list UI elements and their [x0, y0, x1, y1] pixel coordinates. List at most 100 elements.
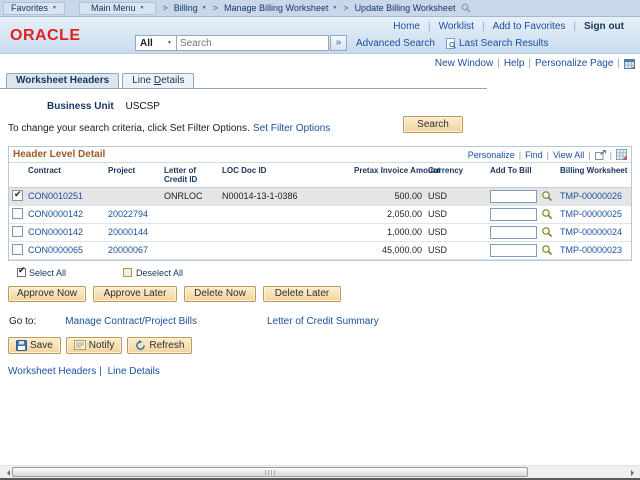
search-button[interactable]: Search: [403, 116, 463, 133]
main-menu-label: Main Menu: [91, 3, 136, 13]
row-select-checkbox[interactable]: [12, 226, 23, 237]
scrollbar-thumb[interactable]: [12, 467, 528, 477]
select-controls: Select All Deselect All: [17, 268, 640, 278]
business-unit-row: Business Unit USCSP: [47, 101, 640, 112]
add-to-bill-input[interactable]: [490, 208, 537, 221]
billing-worksheet-link[interactable]: TMP-00000026: [560, 191, 622, 201]
search-scope-dropdown[interactable]: All ▼: [135, 35, 177, 51]
col-billing-worksheet: Billing Worksheet: [557, 163, 631, 187]
notify-button[interactable]: Notify: [66, 337, 123, 354]
loc-doc-id-cell: [219, 205, 351, 223]
add-to-bill-input[interactable]: [490, 226, 537, 239]
footer-worksheet-headers-link[interactable]: Worksheet Headers: [8, 366, 96, 377]
currency-cell: USD: [425, 205, 487, 223]
deselect-all-label[interactable]: Deselect All: [136, 268, 183, 278]
table-row: CON0000142 20000144 1,000.00 USD TMP-000…: [9, 223, 631, 241]
contract-link[interactable]: CON0000142: [28, 227, 83, 237]
search-go-button[interactable]: »: [330, 35, 347, 51]
pretax-amount-cell: 1,000.00: [351, 223, 425, 241]
favorites-menu[interactable]: Favorites ▼: [3, 2, 65, 15]
personalize-link[interactable]: Personalize: [468, 150, 515, 160]
lookup-magnifier-icon[interactable]: [541, 208, 553, 220]
delete-now-button[interactable]: Delete Now: [184, 286, 256, 302]
tab-worksheet-headers[interactable]: Worksheet Headers: [6, 73, 119, 88]
breadcrumb-separator: [337, 3, 354, 13]
select-all-checkbox-icon[interactable]: [17, 268, 26, 277]
billing-worksheet-link[interactable]: TMP-00000025: [560, 209, 622, 219]
divider: |: [99, 366, 102, 377]
billing-worksheet-link[interactable]: TMP-00000024: [560, 227, 622, 237]
personalize-page-link[interactable]: Personalize Page: [535, 58, 613, 69]
search-input[interactable]: [177, 35, 329, 51]
add-to-bill-input[interactable]: [490, 190, 537, 203]
lookup-magnifier-icon[interactable]: [541, 226, 553, 238]
project-link[interactable]: 20000144: [108, 227, 148, 237]
tab-bar: Worksheet Headers Line Details: [0, 73, 487, 89]
contract-link[interactable]: CON0010251: [28, 191, 83, 201]
pretax-amount-cell: 45,000.00: [351, 241, 425, 259]
breadcrumb-item-manage-billing-worksheet[interactable]: Manage Billing Worksheet ▼: [224, 3, 337, 13]
page-links: New Window| Help| Personalize Page|: [0, 57, 640, 70]
letter-of-credit-id-cell: [161, 223, 219, 241]
col-letter-of-credit-id: Letter of Credit ID: [161, 163, 219, 187]
business-unit-label: Business Unit: [47, 101, 114, 112]
footer-links: Worksheet Headers| Line Details: [8, 366, 640, 377]
divider: |: [617, 58, 620, 69]
contract-link[interactable]: CON0000142: [28, 209, 83, 219]
filter-row: To change your search criteria, click Se…: [0, 120, 640, 137]
worklist-link[interactable]: Worklist: [431, 21, 482, 32]
divider: |: [528, 58, 531, 69]
help-link[interactable]: Help: [504, 58, 525, 69]
letter-of-credit-summary-link[interactable]: Letter of Credit Summary: [267, 316, 379, 327]
breadcrumb-item-billing[interactable]: Billing ▼: [174, 3, 207, 13]
advanced-search-link[interactable]: Advanced Search: [356, 38, 435, 49]
set-filter-options-link[interactable]: Set Filter Options: [253, 123, 330, 134]
personalize-grid-icon[interactable]: [624, 59, 635, 69]
lookup-magnifier-icon[interactable]: [541, 244, 553, 256]
pretax-amount-cell: 500.00: [351, 187, 425, 205]
row-select-checkbox[interactable]: [12, 190, 23, 201]
horizontal-scrollbar[interactable]: [0, 465, 640, 478]
new-window-link[interactable]: New Window: [435, 58, 493, 69]
select-all-label[interactable]: Select All: [29, 268, 66, 278]
letter-of-credit-id-cell: [161, 241, 219, 259]
tab-line-details[interactable]: Line Details: [122, 73, 194, 88]
currency-cell: USD: [425, 187, 487, 205]
table-row: CON0010251 ONRLOC N00014-13-1-0386 500.0…: [9, 187, 631, 205]
approve-later-button[interactable]: Approve Later: [93, 286, 177, 302]
deselect-all-checkbox-icon[interactable]: [123, 268, 132, 277]
find-link[interactable]: Find: [525, 150, 543, 160]
favorites-label: Favorites: [11, 3, 48, 13]
manage-contract-project-bills-link[interactable]: Manage Contract/Project Bills: [65, 316, 197, 327]
notify-envelope-icon: [74, 340, 86, 350]
contract-link[interactable]: CON0000065: [28, 245, 83, 255]
footer-line-details-link[interactable]: Line Details: [108, 366, 160, 377]
download-grid-icon[interactable]: [616, 149, 627, 160]
pretax-amount-cell: 2,050.00: [351, 205, 425, 223]
project-link[interactable]: 20022794: [108, 209, 148, 219]
last-search-results-link[interactable]: Last Search Results: [459, 38, 549, 49]
row-select-checkbox[interactable]: [12, 244, 23, 255]
divider: |: [519, 150, 521, 160]
add-to-bill-input[interactable]: [490, 244, 537, 257]
billing-worksheet-link[interactable]: TMP-00000023: [560, 245, 622, 255]
refresh-button[interactable]: Refresh: [127, 337, 192, 354]
breadcrumb: Favorites ▼ Main Menu ▼ Billing ▼ Manage…: [0, 0, 640, 17]
project-link[interactable]: 20000067: [108, 245, 148, 255]
divider: |: [588, 150, 590, 160]
delete-later-button[interactable]: Delete Later: [263, 286, 341, 302]
select-column-header: [9, 163, 25, 187]
save-button[interactable]: Save: [8, 337, 61, 354]
main-menu[interactable]: Main Menu ▼: [79, 2, 156, 15]
row-select-checkbox[interactable]: [12, 208, 23, 219]
zoom-popup-icon[interactable]: [595, 150, 606, 160]
lookup-magnifier-icon[interactable]: [541, 190, 553, 202]
approve-now-button[interactable]: Approve Now: [8, 286, 86, 302]
view-all-link[interactable]: View All: [553, 150, 584, 160]
last-search-results[interactable]: Last Search Results: [446, 38, 549, 49]
home-link[interactable]: Home: [385, 21, 428, 32]
sign-out-link[interactable]: Sign out: [576, 21, 632, 32]
business-unit-value: USCSP: [125, 101, 159, 112]
filter-hint-text: To change your search criteria, click Se…: [8, 123, 250, 134]
add-to-favorites-link[interactable]: Add to Favorites: [485, 21, 574, 32]
